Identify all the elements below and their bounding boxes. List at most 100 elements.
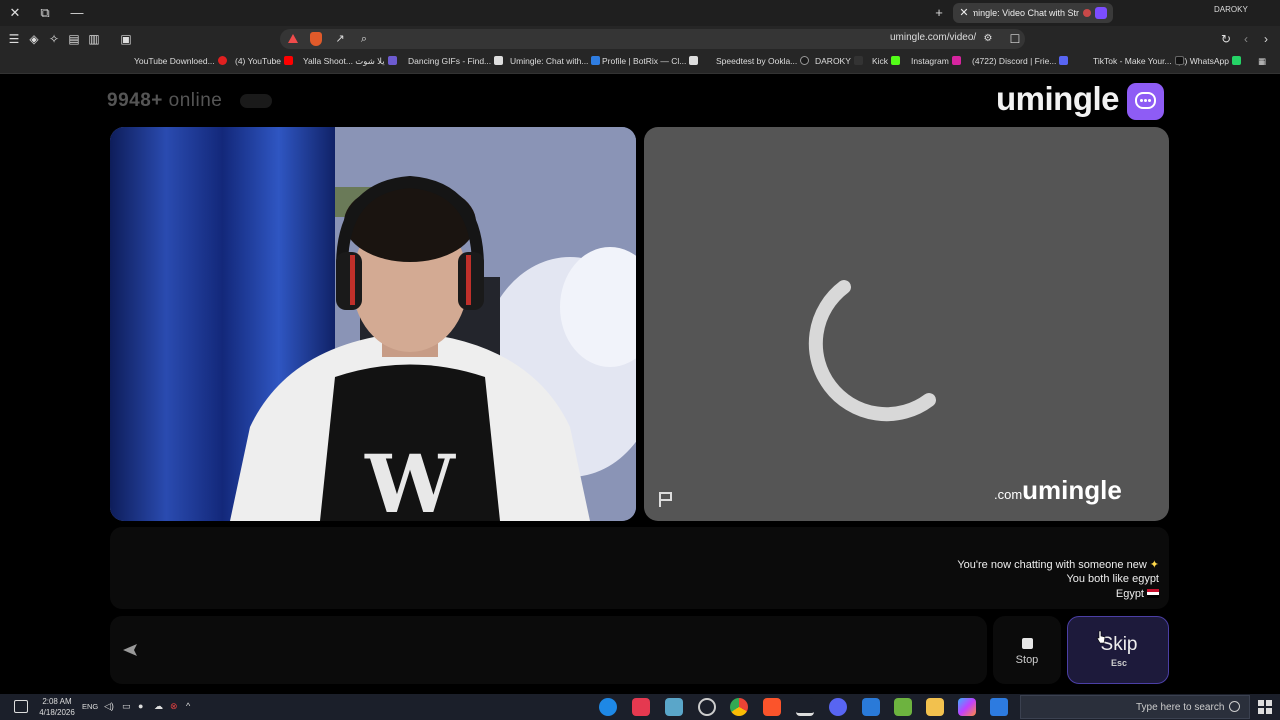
app-chrome-icon[interactable] — [730, 698, 748, 716]
app-discord-icon[interactable] — [829, 698, 847, 716]
minimize-window-icon[interactable]: — — [66, 3, 88, 23]
youtube-downloader-icon — [217, 56, 227, 65]
umingle-watermark: .comumingle — [994, 475, 1122, 505]
language-indicator[interactable]: ENG — [82, 702, 98, 711]
restore-window-icon[interactable]: ⧉ — [34, 3, 56, 23]
bookmark-item[interactable]: DAROKY — [815, 56, 863, 66]
notifications-icon[interactable] — [14, 700, 28, 713]
new-tab-button[interactable]: + — [928, 3, 950, 23]
close-tab-icon[interactable]: ✕ — [957, 3, 971, 23]
address-bar[interactable]: ↗ ⌕ ⚙ umingle.com/video/ — [280, 29, 1025, 49]
app-brave-icon[interactable] — [763, 698, 781, 716]
stop-button[interactable]: Stop — [993, 616, 1061, 684]
search-icon[interactable]: ⌕ — [356, 31, 372, 47]
kick-icon — [891, 56, 901, 65]
toolbar: ☰ ◈ ✧ ▤ ▥ ▣ ↗ ⌕ ⚙ umingle.com/video/ ☐ ↻… — [0, 26, 1280, 52]
bookmark-item[interactable]: Umingle: Chat with... — [510, 56, 601, 66]
online-counter: 9948+ online — [107, 90, 222, 112]
share-icon[interactable]: ↗ — [332, 31, 348, 47]
youtube-icon — [284, 56, 293, 65]
bookmark-item[interactable]: Speedtest by Ookla... — [716, 56, 810, 66]
bookmark-item[interactable]: TikTok - Make Your... — [1093, 56, 1184, 66]
sidebar-icon[interactable]: ▥ — [86, 31, 102, 47]
bookmark-item[interactable]: Yalla Shoot... يلا شوت — [303, 56, 397, 67]
app-file-explorer-icon[interactable] — [926, 698, 944, 716]
back-icon[interactable]: › — [1258, 31, 1274, 47]
apps-grid-icon[interactable]: ▦ — [1258, 56, 1266, 67]
tab-title: Umingle: Video Chat with Str... — [973, 8, 1079, 18]
windows-start-icon[interactable] — [1258, 700, 1272, 714]
app-copilot-icon[interactable] — [958, 698, 976, 716]
browser-tab[interactable]: ✕ Umingle: Video Chat with Str... — [953, 3, 1113, 23]
svg-text:W: W — [364, 437, 456, 521]
bookmark-icon[interactable]: ☐ — [1007, 31, 1023, 47]
send-icon[interactable] — [122, 643, 138, 657]
tray-expand-icon[interactable]: ^ — [186, 701, 190, 711]
bookmark-item[interactable]: Dancing GIFs - Find... — [408, 56, 504, 66]
bookmark-item[interactable]: Profile | BotRix — Cl... — [602, 56, 699, 66]
url-text: umingle.com/video/ — [890, 32, 977, 43]
bookmark-item[interactable]: Kick — [872, 56, 901, 66]
app-store-icon[interactable] — [894, 698, 912, 716]
instagram-icon — [951, 56, 961, 65]
volume-icon[interactable]: ◁) — [104, 701, 114, 712]
umingle-logo[interactable]: umingle — [996, 80, 1168, 120]
bookmark-item[interactable]: Instagram — [911, 56, 961, 66]
clock-date: 4/18/2026 — [39, 708, 75, 717]
botrix-icon — [689, 56, 699, 65]
skip-button[interactable]: Skip Esc — [1067, 616, 1169, 684]
chat-message: You're now chatting with someone new ✦ — [957, 559, 1159, 571]
message-input[interactable] — [110, 616, 987, 684]
camera-feed-image: W — [110, 127, 636, 521]
brave-shields-icon[interactable] — [310, 32, 322, 46]
search-placeholder: Type here to search — [1136, 702, 1225, 713]
clock[interactable]: 2:08 AM 4/18/2026 — [36, 696, 78, 718]
umingle-favicon-icon — [1095, 7, 1107, 19]
skip-label: Skip — [1100, 634, 1138, 655]
app-steam-icon[interactable] — [698, 698, 716, 716]
bookmark-item[interactable]: (4722) Discord | Frie... — [972, 56, 1069, 66]
app-audio-icon[interactable] — [796, 698, 814, 716]
report-flag-icon[interactable] — [656, 489, 676, 509]
yalla-shoot-icon — [387, 56, 397, 65]
brave-rewards-icon[interactable] — [288, 34, 298, 43]
extensions-icon[interactable]: ✧ — [46, 31, 62, 47]
network-icon[interactable]: ▭ — [122, 701, 131, 712]
downloads-icon[interactable]: ▤ — [66, 31, 82, 47]
app-capcut-icon[interactable] — [632, 698, 650, 716]
forward-icon[interactable]: ‹ — [1238, 31, 1254, 47]
brave-vpn-icon[interactable]: ⊗ — [170, 701, 178, 712]
bookmarks-bar: ▦ (2) WhatsApp TikTok - Make Your... (47… — [0, 52, 1280, 74]
shield-icon[interactable]: ◈ — [26, 31, 42, 47]
cloud-icon[interactable]: ☁ — [154, 701, 163, 712]
skip-shortcut: Esc — [1110, 658, 1127, 668]
app-play-icon[interactable] — [599, 698, 617, 716]
search-icon — [1229, 701, 1240, 712]
app-mail-icon[interactable] — [862, 698, 880, 716]
bookmark-item[interactable]: YouTube Downloed... — [134, 56, 227, 66]
app-notes-icon[interactable] — [665, 698, 683, 716]
profile-name[interactable]: DAROKY — [1214, 5, 1248, 14]
menu-icon[interactable]: ☰ — [6, 31, 22, 47]
chat-bubble-icon — [1127, 83, 1164, 120]
online-count: 9948+ — [107, 90, 163, 111]
browser-tab-bar: ✕ ⧉ — + ✕ Umingle: Video Chat with Str..… — [0, 0, 1280, 26]
bookmark-item[interactable]: (4) YouTube — [235, 56, 293, 66]
recording-icon — [1083, 9, 1091, 17]
app-edge-icon[interactable] — [990, 698, 1008, 716]
mouse-cursor-icon — [1096, 630, 1106, 644]
discord-icon — [1059, 56, 1069, 65]
reload-icon[interactable]: ↻ — [1218, 31, 1234, 47]
stranger-video: .comumingle — [644, 127, 1169, 521]
bookmark-item[interactable]: (2) WhatsApp — [1177, 56, 1241, 66]
whatsapp-icon — [1231, 56, 1241, 65]
umingle-icon — [591, 56, 601, 65]
online-status-indicator — [240, 94, 272, 108]
taskbar-search[interactable]: Type here to search — [1020, 695, 1250, 719]
microphone-icon[interactable]: ● — [138, 701, 143, 711]
site-settings-icon[interactable]: ⚙ — [980, 31, 996, 47]
wallet-icon[interactable]: ▣ — [118, 31, 134, 47]
stop-label: Stop — [1015, 654, 1039, 666]
close-window-icon[interactable]: ✕ — [4, 3, 26, 23]
egypt-flag-icon — [1147, 589, 1159, 598]
